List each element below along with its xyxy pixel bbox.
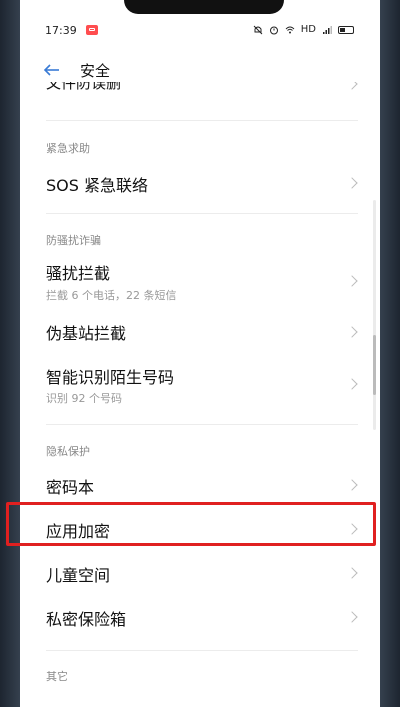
chevron-right-icon bbox=[346, 177, 358, 189]
alarm-icon bbox=[269, 26, 278, 34]
list-item-harassment-block[interactable]: 骚扰拦截 拦截 6 个电话，22 条短信 bbox=[20, 256, 380, 306]
chevron-right-icon bbox=[346, 567, 358, 579]
chevron-right-icon bbox=[346, 378, 358, 390]
chevron-right-icon bbox=[346, 611, 358, 623]
list-item-label: 密码本 bbox=[46, 478, 95, 497]
chevron-right-icon bbox=[346, 326, 358, 338]
mute-icon bbox=[253, 25, 263, 34]
list-item-private-safe[interactable]: 私密保险箱 bbox=[20, 600, 380, 636]
section-header-emergency: 紧急求助 bbox=[46, 142, 90, 155]
divider bbox=[46, 120, 358, 121]
highlight-box bbox=[6, 502, 376, 546]
back-arrow-icon[interactable] bbox=[42, 60, 62, 80]
chevron-right-icon bbox=[346, 479, 358, 491]
list-item-label: 骚扰拦截 bbox=[46, 264, 111, 283]
divider bbox=[46, 650, 358, 651]
list-item-subtitle: 拦截 6 个电话，22 条短信 bbox=[46, 289, 177, 302]
list-item-label: 文件防误删 bbox=[46, 82, 122, 92]
divider bbox=[46, 424, 358, 425]
list-item-sos[interactable]: SOS 紧急联络 bbox=[20, 166, 380, 206]
status-bar: 17:39 HD bbox=[20, 22, 380, 42]
page-title: 安全 bbox=[80, 62, 111, 80]
list-item-password-book[interactable]: 密码本 bbox=[20, 468, 380, 504]
list-item-fake-base-station[interactable]: 伪基站拦截 bbox=[20, 314, 380, 354]
screen: 17:39 HD 安全 文件防误删 紧急求助 SOS 紧急联络 防骚扰诈骗 骚扰… bbox=[20, 0, 380, 707]
section-header-privacy: 隐私保护 bbox=[46, 445, 90, 458]
section-header-other: 其它 bbox=[46, 670, 68, 683]
list-item-label: 私密保险箱 bbox=[46, 610, 127, 629]
list-item-partial[interactable]: 文件防误删 bbox=[20, 82, 380, 100]
status-icons: HD bbox=[253, 24, 354, 35]
hd-label: HD bbox=[300, 24, 316, 35]
camera-notch bbox=[124, 0, 284, 14]
list-item-subtitle: 识别 92 个号码 bbox=[46, 392, 122, 405]
status-time: 17:39 bbox=[45, 24, 77, 37]
signal-icon bbox=[323, 25, 332, 34]
list-item-label: 伪基站拦截 bbox=[46, 324, 127, 343]
section-header-anti-fraud: 防骚扰诈骗 bbox=[46, 234, 101, 247]
list-item-smart-caller-id[interactable]: 智能识别陌生号码 识别 92 个号码 bbox=[20, 360, 380, 410]
list-item-label: 智能识别陌生号码 bbox=[46, 368, 175, 387]
scrollbar-track[interactable] bbox=[373, 200, 376, 430]
list-item-label: 儿童空间 bbox=[46, 566, 111, 585]
divider bbox=[46, 213, 358, 214]
chevron-right-icon bbox=[346, 82, 358, 90]
battery-icon bbox=[338, 25, 354, 34]
list-item-label: SOS 紧急联络 bbox=[46, 176, 148, 195]
chevron-right-icon bbox=[346, 275, 358, 287]
wifi-icon bbox=[285, 26, 295, 33]
scrollbar-thumb[interactable] bbox=[373, 335, 376, 395]
list-item-kid-space[interactable]: 儿童空间 bbox=[20, 556, 380, 592]
notification-icon bbox=[86, 25, 98, 35]
